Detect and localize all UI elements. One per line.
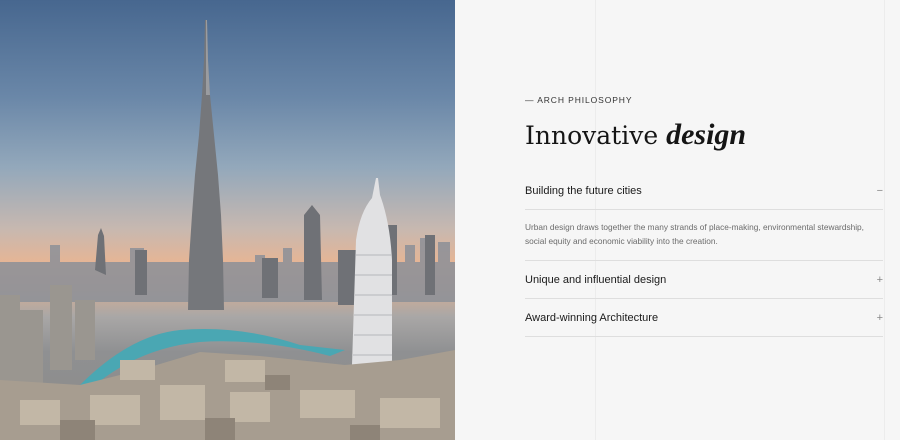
grid-guide-line	[884, 0, 885, 440]
section-eyebrow: — ARCH PHILOSOPHY	[525, 95, 633, 105]
accordion-title: Building the future cities	[525, 184, 642, 197]
collapse-icon[interactable]: −	[871, 185, 883, 197]
accordion-header[interactable]: Award-winning Architecture +	[525, 299, 883, 336]
accordion-item-unique-design: Unique and influential design +	[525, 260, 883, 299]
accordion-item-award-winning: Award-winning Architecture +	[525, 299, 883, 337]
headline-plain: Innovative	[525, 121, 667, 150]
accordion-header[interactable]: Building the future cities −	[525, 172, 883, 209]
accordion-item-building-future-cities: Building the future cities −	[525, 172, 883, 210]
content-panel: — ARCH PHILOSOPHY Innovative design Buil…	[455, 0, 900, 440]
expand-icon[interactable]: +	[871, 312, 883, 324]
accordion: Building the future cities − Urban desig…	[525, 172, 883, 337]
accordion-panel-text: Urban design draws together the many str…	[525, 222, 864, 246]
headline-emphasis: design	[666, 118, 747, 151]
accordion-title: Unique and influential design	[525, 273, 667, 286]
city-skyline-illustration	[0, 20, 455, 440]
accordion-header[interactable]: Unique and influential design +	[525, 261, 883, 298]
hero-image	[0, 0, 455, 440]
expand-icon[interactable]: +	[871, 274, 883, 286]
accordion-title: Award-winning Architecture	[525, 311, 659, 324]
section-headline: Innovative design	[525, 118, 746, 152]
